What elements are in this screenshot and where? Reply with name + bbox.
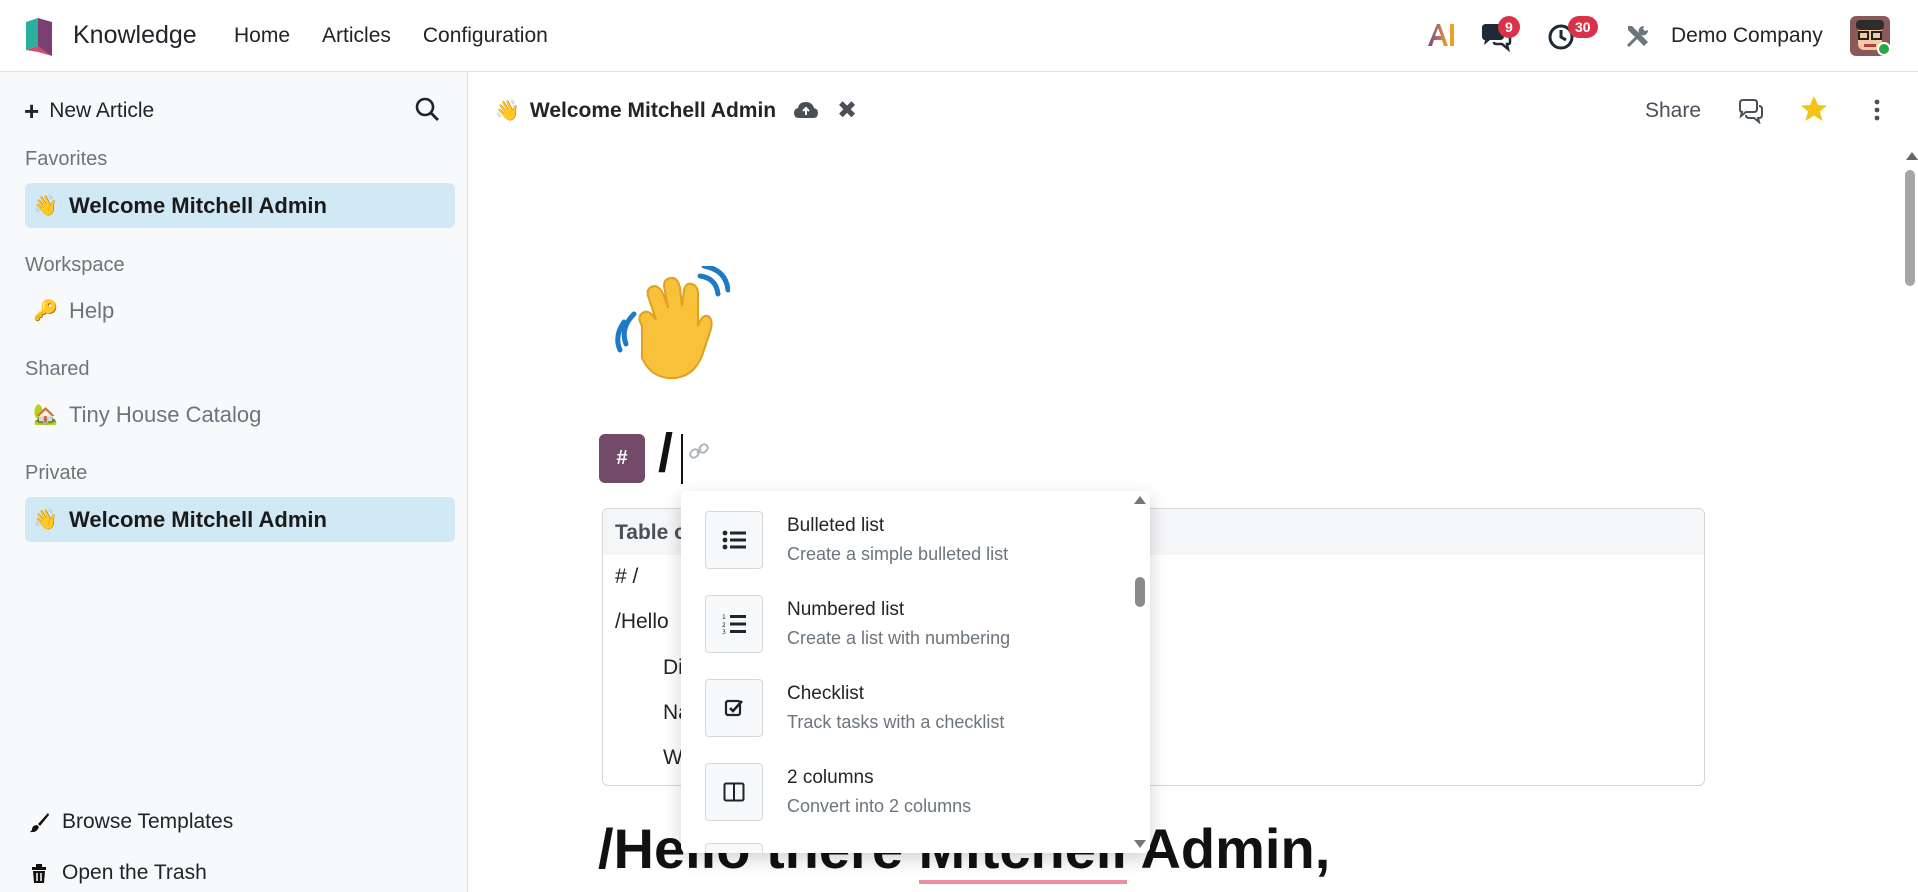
- sidebar: + New Article Favorites 👋 Welcome Mitche…: [0, 72, 468, 892]
- article-cover-emoji-waving-hand[interactable]: [612, 266, 730, 386]
- breadcrumb: 👋 Welcome Mitchell Admin: [495, 98, 776, 123]
- command-checklist[interactable]: Checklist Track tasks with a checklist: [705, 659, 1105, 739]
- waving-hand-icon: 👋: [495, 100, 520, 122]
- svg-text:2: 2: [722, 622, 726, 629]
- online-status-dot: [1877, 42, 1891, 56]
- link-icon[interactable]: [688, 440, 710, 462]
- knowledge-app-logo-icon[interactable]: [24, 16, 54, 58]
- paintbrush-icon: [30, 813, 49, 833]
- toc-item[interactable]: W: [663, 746, 683, 770]
- company-switcher[interactable]: Demo Company: [1671, 24, 1823, 48]
- ai-icon[interactable]: [1426, 20, 1456, 50]
- article-heading[interactable]: /: [658, 422, 673, 484]
- command-description: Convert into 2 columns: [787, 796, 972, 816]
- svg-text:1: 1: [722, 614, 726, 621]
- text-caret: [681, 434, 683, 484]
- section-private: Private: [25, 462, 88, 484]
- heading-anchor-button[interactable]: #: [599, 434, 645, 483]
- article-header: 👋 Welcome Mitchell Admin ✖ Share: [469, 72, 1918, 152]
- app-name[interactable]: Knowledge: [73, 21, 197, 50]
- activity-badge: 30: [1568, 16, 1598, 38]
- editor-scrollbar[interactable]: [1905, 170, 1915, 286]
- command-title: Bulleted list: [787, 515, 885, 536]
- article-breadcrumb-title[interactable]: Welcome Mitchell Admin: [530, 99, 776, 123]
- new-article-label: New Article: [49, 99, 155, 122]
- command-menu-scrollbar[interactable]: [1135, 577, 1145, 607]
- waving-hand-icon: 👋: [33, 195, 58, 217]
- bulleted-list-icon: [705, 511, 763, 569]
- command-2-columns[interactable]: 2 columns Convert into 2 columns: [705, 743, 1105, 823]
- sidebar-item-tiny-house-catalog[interactable]: 🏡 Tiny House Catalog: [25, 392, 455, 437]
- sidebar-item-label: Tiny House Catalog: [69, 401, 262, 427]
- numbered-list-icon: 1 2 3: [705, 595, 763, 653]
- command-title: 2 columns: [787, 767, 874, 788]
- command-bulleted-list[interactable]: Bulleted list Create a simple bulleted l…: [705, 491, 1105, 571]
- sidebar-item-label: Welcome Mitchell Admin: [69, 192, 327, 218]
- house-icon: 🏡: [33, 404, 58, 426]
- sidebar-item-label: Welcome Mitchell Admin: [69, 506, 327, 532]
- open-trash-link[interactable]: Open the Trash: [28, 861, 207, 885]
- plus-icon: +: [24, 96, 40, 126]
- browse-templates-label: Browse Templates: [62, 810, 234, 833]
- sidebar-item-favorite-welcome[interactable]: 👋 Welcome Mitchell Admin: [25, 183, 455, 228]
- command-menu: Bulleted list Create a simple bulleted l…: [681, 491, 1150, 853]
- section-workspace: Workspace: [25, 254, 125, 276]
- new-article-button[interactable]: + New Article: [24, 98, 154, 124]
- scrollbar-up-arrow[interactable]: [1906, 152, 1918, 160]
- key-icon: 🔑: [33, 300, 58, 322]
- command-description: Track tasks with a checklist: [787, 712, 1005, 732]
- command-numbered-list[interactable]: 1 2 3 Numbered list Create a list with n…: [705, 575, 1105, 655]
- sidebar-item-private-welcome[interactable]: 👋 Welcome Mitchell Admin: [25, 497, 455, 542]
- toc-item[interactable]: # /: [615, 565, 638, 589]
- toc-item[interactable]: /Hello: [615, 610, 669, 634]
- discard-close-icon[interactable]: ✖: [837, 96, 857, 125]
- waving-hand-icon: 👋: [33, 509, 58, 531]
- tools-icon[interactable]: [1624, 22, 1652, 50]
- hello-heading-end: Admin,: [1127, 817, 1331, 880]
- search-icon[interactable]: [414, 96, 440, 122]
- sidebar-item-help[interactable]: 🔑 Help: [25, 288, 455, 333]
- share-button[interactable]: Share: [1645, 99, 1701, 123]
- main-menu: Home Articles Configuration: [234, 24, 548, 48]
- section-shared: Shared: [25, 358, 90, 380]
- messages-badge: 9: [1498, 16, 1520, 38]
- command-description: Create a simple bulleted list: [787, 544, 1009, 564]
- section-favorites: Favorites: [25, 148, 108, 170]
- command-description: Create a list with numbering: [787, 628, 1011, 648]
- toc-item[interactable]: Di: [663, 656, 683, 680]
- menu-configuration[interactable]: Configuration: [423, 24, 548, 48]
- browse-templates-link[interactable]: Browse Templates: [28, 810, 233, 834]
- comments-icon[interactable]: [1737, 98, 1765, 124]
- menu-home[interactable]: Home: [234, 24, 290, 48]
- open-trash-label: Open the Trash: [62, 861, 207, 884]
- columns-icon: [705, 763, 763, 821]
- trash-icon: [32, 864, 46, 883]
- command-title: Checklist: [787, 683, 865, 704]
- command-menu-scroll-down-arrow[interactable]: [1134, 840, 1146, 848]
- checklist-icon: [705, 679, 763, 737]
- sidebar-item-label: Help: [69, 297, 115, 323]
- command-menu-scroll-up-arrow[interactable]: [1134, 496, 1146, 504]
- more-options-icon[interactable]: [1873, 98, 1881, 122]
- favorite-star-icon[interactable]: [1799, 94, 1829, 124]
- top-navbar: Knowledge Home Articles Configuration 9 …: [0, 0, 1918, 72]
- command-title: Numbered list: [787, 599, 905, 620]
- menu-articles[interactable]: Articles: [322, 24, 391, 48]
- svg-text:3: 3: [722, 629, 726, 635]
- command-next-item-partial[interactable]: [705, 843, 763, 853]
- cloud-upload-icon[interactable]: [793, 100, 819, 122]
